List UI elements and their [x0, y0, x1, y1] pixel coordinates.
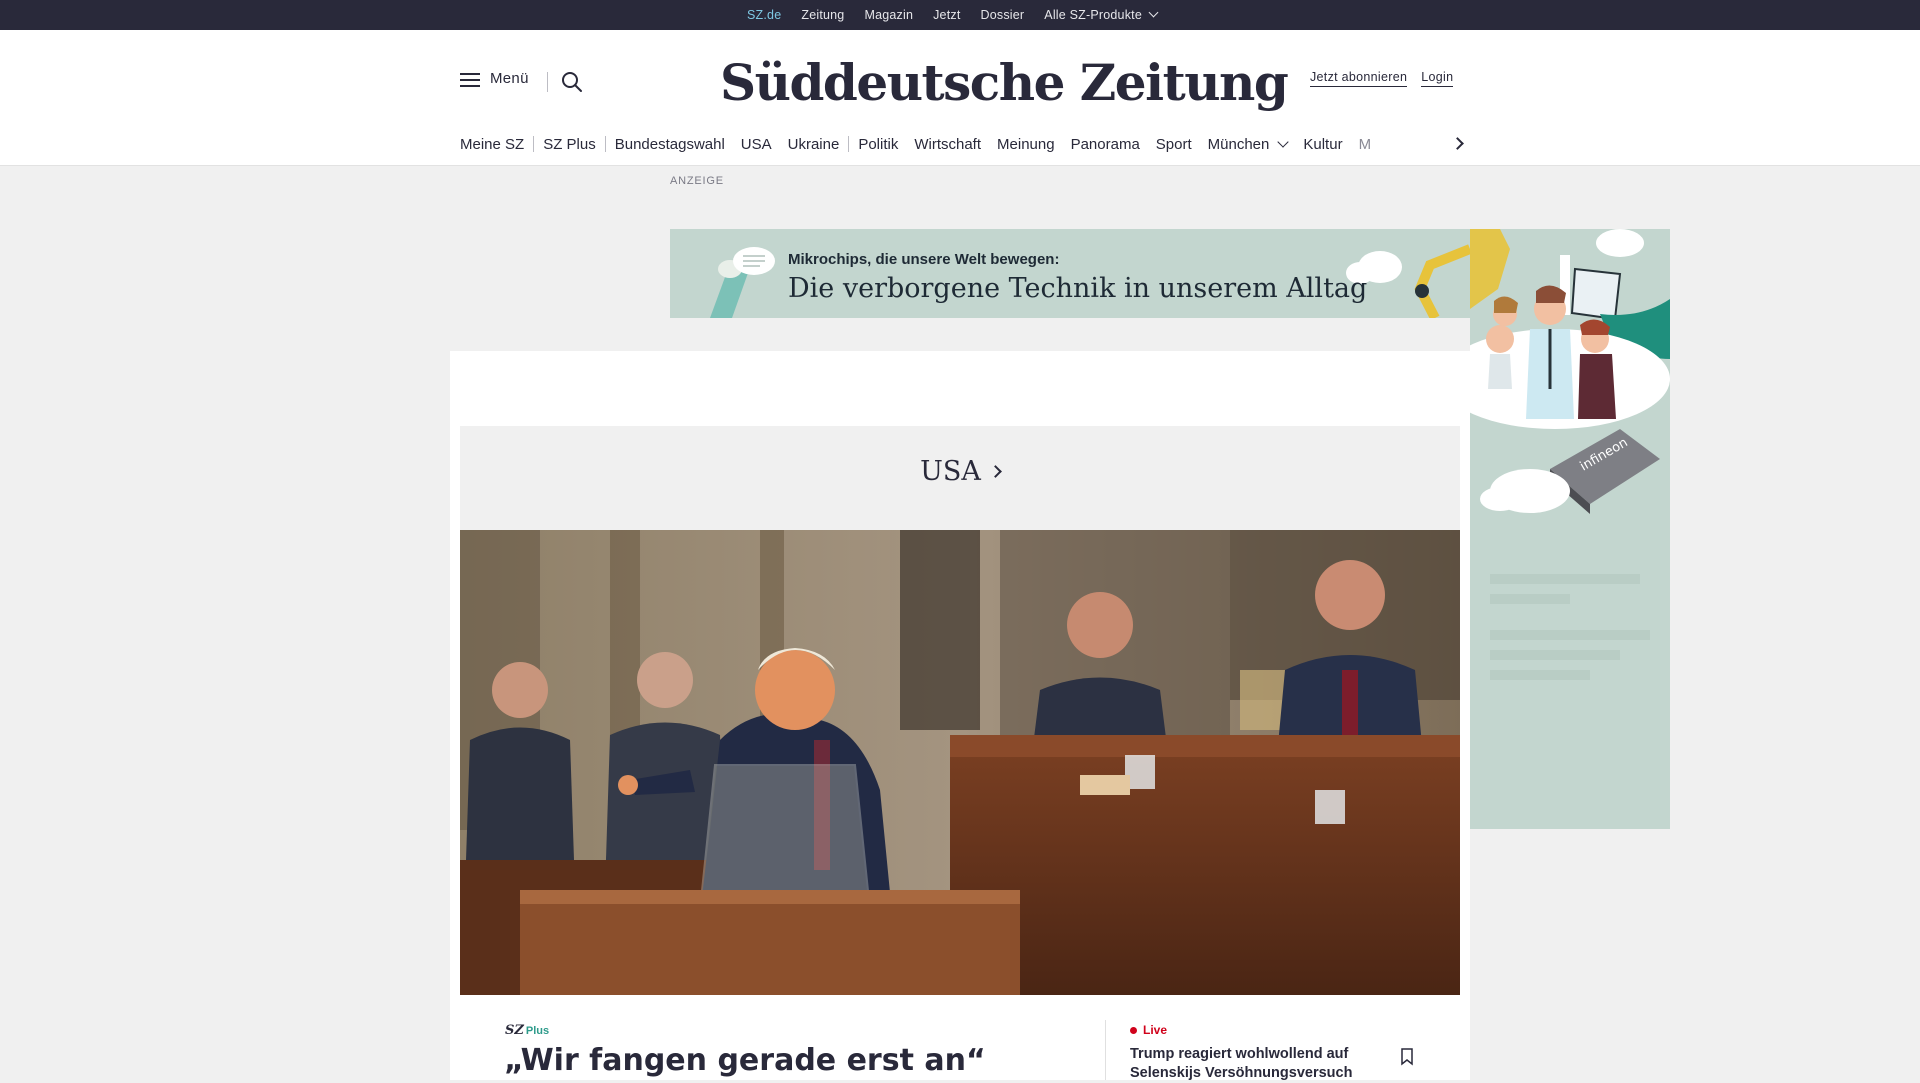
top-links: SZ.de Zeitung Magazin Jetzt Dossier Alle… [747, 0, 1177, 37]
nav-item-usa[interactable]: USA [741, 136, 772, 153]
chevron-right-icon [1451, 137, 1464, 150]
nav-item-bundestagswahl[interactable]: Bundestagswahl [615, 136, 725, 153]
top-link-dossier[interactable]: Dossier [981, 8, 1025, 22]
search-icon[interactable] [560, 70, 584, 94]
top-link-magazin[interactable]: Magazin [864, 8, 913, 22]
chevron-down-icon [1277, 135, 1290, 148]
nav-item-sz-plus[interactable]: SZ Plus [543, 136, 596, 153]
top-link-szde-label: SZ.de [747, 8, 782, 22]
live-badge: Live [1130, 1023, 1167, 1037]
nav-item-ukraine[interactable]: Ukraine [788, 136, 840, 153]
teaser-divider [1105, 1020, 1106, 1080]
live-headline[interactable]: Trump reagiert wohlwollend auf Selenskij… [1130, 1045, 1380, 1083]
chevron-right-icon [989, 465, 1002, 478]
ad-kicker: Mikrochips, die unsere Welt bewegen: [788, 251, 1060, 268]
header-divider [547, 72, 548, 92]
top-bar: SZ.de Zeitung Magazin Jetzt Dossier Alle… [0, 0, 1920, 37]
hero-image[interactable] [460, 530, 1460, 995]
menu-button[interactable]: Menü [460, 70, 529, 87]
account-links: Jetzt abonnieren Login [1310, 70, 1454, 87]
nav-item-muenchen-label: München [1207, 135, 1270, 153]
site-header: Menü Süddeutsche Zeitung Jetzt abonniere… [0, 30, 1920, 166]
nav-scroll-right-button[interactable] [1448, 133, 1470, 155]
nav-item-truncated[interactable]: M [1359, 136, 1372, 153]
ad-faint-text [1490, 574, 1650, 680]
login-link[interactable]: Login [1421, 70, 1454, 87]
site-logo[interactable]: Süddeutsche Zeitung [720, 48, 1289, 118]
nav-item-meine-sz[interactable]: Meine SZ [460, 136, 524, 153]
nav-item-wirtschaft[interactable]: Wirtschaft [914, 136, 981, 153]
nav-item-meinung[interactable]: Meinung [997, 136, 1055, 153]
chevron-down-icon [1148, 7, 1159, 18]
ad-people-illustration: infineon [1470, 229, 1670, 514]
nav-item-kultur[interactable]: Kultur [1303, 136, 1342, 153]
hero-photo [460, 530, 1460, 995]
top-link-zeitung[interactable]: Zeitung [801, 8, 844, 22]
bookmark-icon[interactable] [1400, 1048, 1414, 1066]
top-link-alle-produkte-label: Alle SZ-Produkte [1044, 8, 1142, 22]
live-dot-icon [1130, 1026, 1137, 1034]
nav-divider [848, 136, 850, 152]
main-nav: Meine SZ SZ Plus Bundestagswahl USA Ukra… [460, 130, 1460, 158]
nav-item-muenchen[interactable]: München [1207, 135, 1290, 153]
subscribe-link[interactable]: Jetzt abonnieren [1310, 70, 1408, 87]
nav-divider [533, 136, 535, 152]
section-header: USA [460, 426, 1460, 531]
top-teaser[interactable]: SZ Plus „Wir fangen gerade erst an“ Live… [480, 995, 1440, 1083]
nav-item-politik[interactable]: Politik [858, 136, 898, 153]
ad-skyscraper[interactable]: infineon [1470, 229, 1670, 829]
teaser-headline[interactable]: „Wir fangen gerade erst an“ [504, 1043, 986, 1078]
ad-headline: Die verborgene Technik in unserem Alltag [788, 273, 1368, 304]
sz-plus-badge: SZ Plus [505, 1023, 549, 1038]
nav-item-sport[interactable]: Sport [1156, 136, 1192, 153]
section-title-link[interactable]: USA [460, 456, 1460, 487]
ad-label: ANZEIGE [670, 175, 724, 187]
menu-label: Menü [490, 70, 529, 87]
live-label: Live [1143, 1023, 1168, 1037]
plus-badge-label: Plus [525, 1025, 550, 1037]
nav-item-panorama[interactable]: Panorama [1071, 136, 1140, 153]
sz-badge-label: SZ [505, 1023, 524, 1038]
hamburger-icon [460, 71, 480, 87]
top-link-szde[interactable]: SZ.de [747, 8, 782, 37]
ad-banner[interactable]: Mikrochips, die unsere Welt bewegen: Die… [670, 229, 1470, 318]
section-title: USA [920, 456, 981, 487]
top-link-jetzt[interactable]: Jetzt [933, 8, 960, 22]
top-link-alle-produkte[interactable]: Alle SZ-Produkte [1044, 7, 1159, 22]
nav-divider [604, 136, 606, 152]
